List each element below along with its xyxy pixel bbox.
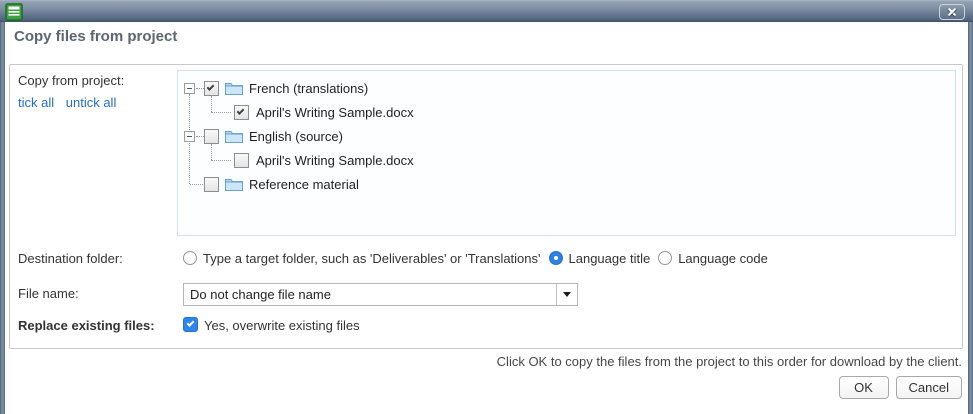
radio-label: Language code xyxy=(678,251,768,266)
tree-checkbox[interactable] xyxy=(204,177,219,192)
project-file-tree: French (translations) April's Writing Sa… xyxy=(177,70,956,236)
destination-folder-label: Destination folder: xyxy=(18,251,123,266)
collapse-icon[interactable] xyxy=(184,83,195,94)
tree-item-label: French (translations) xyxy=(249,81,368,96)
footer-note: Click OK to copy the files from the proj… xyxy=(497,354,962,369)
tree-item-label: English (source) xyxy=(249,129,343,144)
file-name-label: File name: xyxy=(18,286,79,301)
tree-checkbox[interactable] xyxy=(234,153,249,168)
dialog-content: Copy files from project Copy from projec… xyxy=(5,22,968,414)
tree-item-label: April's Writing Sample.docx xyxy=(256,105,414,120)
tick-links: tick all untick all xyxy=(18,95,124,110)
replace-existing-label: Replace existing files: xyxy=(18,318,155,333)
folder-icon xyxy=(225,177,243,191)
untick-all-link[interactable]: untick all xyxy=(66,95,117,110)
combobox-dropdown-button[interactable] xyxy=(556,284,577,305)
file-name-combobox[interactable]: Do not change file name xyxy=(183,283,578,306)
dialog-window: Copy files from project Copy from projec… xyxy=(0,0,973,414)
combobox-value: Do not change file name xyxy=(184,284,556,305)
overwrite-checkbox-label: Yes, overwrite existing files xyxy=(204,318,360,333)
tree-checkbox[interactable] xyxy=(204,129,219,144)
tick-all-link[interactable]: tick all xyxy=(18,95,54,110)
folder-icon xyxy=(225,81,243,95)
tree-row-file[interactable]: April's Writing Sample.docx xyxy=(178,148,955,172)
radio-label: Type a target folder, such as 'Deliverab… xyxy=(203,251,541,266)
collapse-icon[interactable] xyxy=(184,131,195,142)
radio-language-code[interactable] xyxy=(658,251,672,265)
radio-target-folder[interactable] xyxy=(183,251,197,265)
window-right-edge xyxy=(968,22,973,414)
tree-item-label: April's Writing Sample.docx xyxy=(256,153,414,168)
radio-label: Language title xyxy=(569,251,651,266)
tree-row-folder[interactable]: English (source) xyxy=(178,124,955,148)
close-icon xyxy=(940,5,964,19)
folder-icon xyxy=(225,129,243,143)
copy-from-label: Copy from project: xyxy=(18,73,124,88)
app-icon xyxy=(5,3,23,21)
ok-button[interactable]: OK xyxy=(839,376,889,399)
tree-row-folder[interactable]: Reference material xyxy=(178,172,955,196)
titlebar xyxy=(0,0,973,22)
dialog-title: Copy files from project xyxy=(14,28,177,45)
tree-item-label: Reference material xyxy=(249,177,359,192)
close-button[interactable] xyxy=(939,4,965,20)
tree-checkbox[interactable] xyxy=(204,81,219,96)
form-box: Copy from project: tick all untick all xyxy=(9,64,963,349)
overwrite-checkbox[interactable] xyxy=(183,317,198,332)
radio-language-title[interactable] xyxy=(549,251,563,265)
tree-checkbox[interactable] xyxy=(234,105,249,120)
cancel-button[interactable]: Cancel xyxy=(896,376,962,399)
tree-row-file[interactable]: April's Writing Sample.docx xyxy=(178,100,955,124)
destination-radio-group: Type a target folder, such as 'Deliverab… xyxy=(183,247,776,269)
chevron-down-icon xyxy=(563,292,571,297)
button-row: OK Cancel xyxy=(839,376,962,399)
tree-row-folder[interactable]: French (translations) xyxy=(178,76,955,100)
